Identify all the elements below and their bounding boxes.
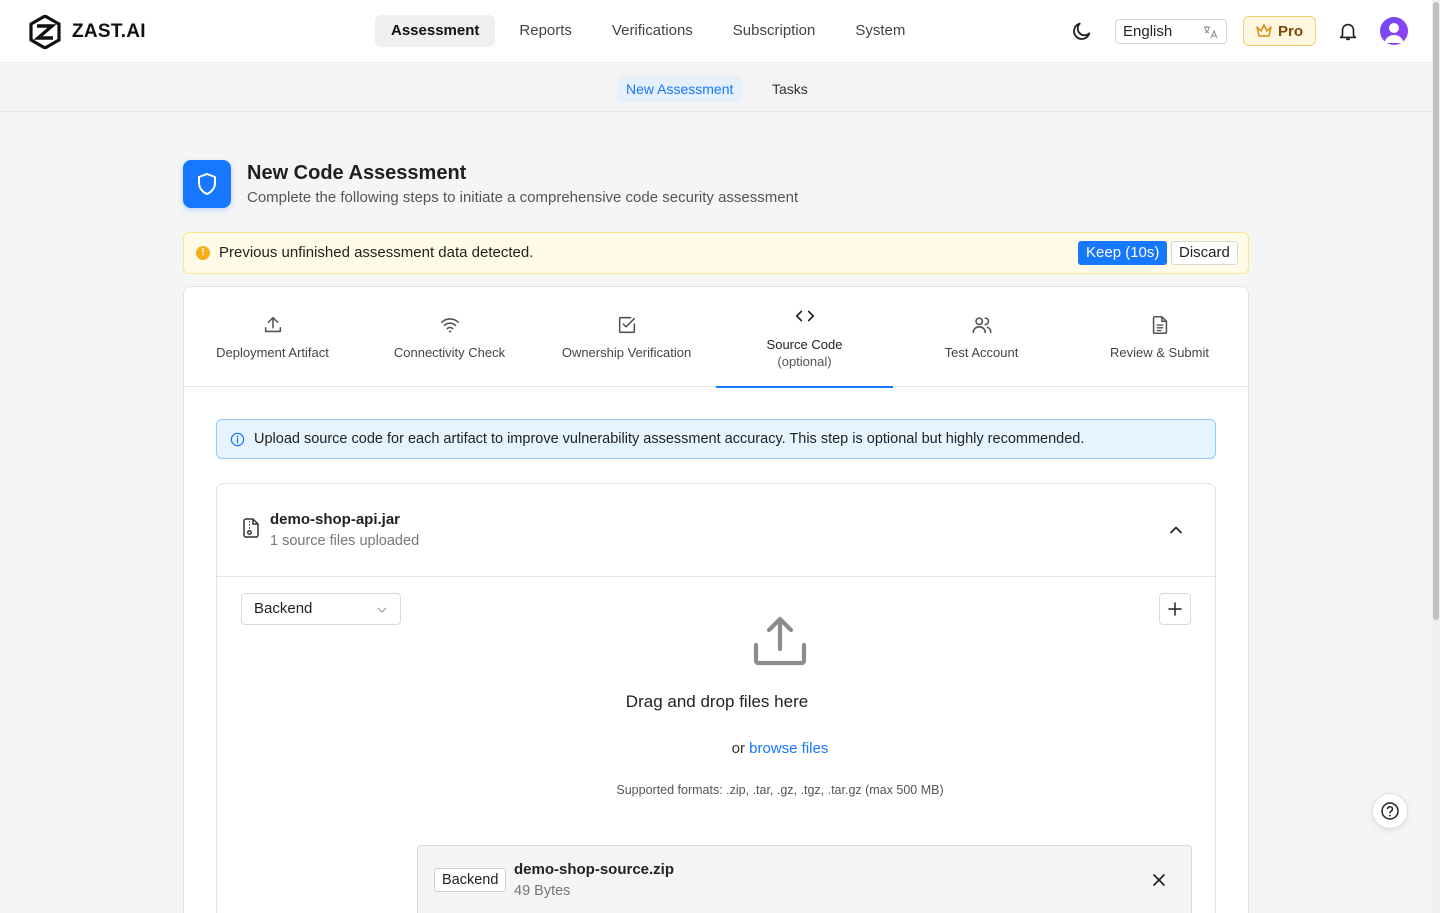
chevron-up-icon[interactable] [1168,522,1184,538]
file-archive-icon [243,518,259,538]
assessment-shield-badge [183,160,231,208]
page-title: New Code Assessment [247,162,467,184]
assessment-wizard-card: Deployment Artifact Connectivity Check O… [183,286,1249,913]
step-ownership-verification[interactable]: Ownership Verification [538,287,715,387]
uploaded-file-size: 49 Bytes [514,883,571,899]
top-navigation-bar: ZAST.AI Assessment Reports Verifications… [0,0,1432,63]
translate-icon [1204,26,1218,39]
artifact-file-count: 1 source files uploaded [270,533,420,549]
discard-button[interactable]: Discard [1171,241,1238,265]
user-icon [1384,23,1404,43]
info-icon [230,432,245,447]
step-label: Ownership Verification [561,345,692,360]
page-subtitle: Complete the following steps to initiate… [247,189,799,206]
language-select[interactable]: English [1115,19,1227,44]
zast-logo-icon [29,15,61,49]
user-avatar[interactable] [1380,17,1408,45]
plus-icon [1168,602,1182,616]
uploaded-file-name: demo-shop-source.zip [514,861,675,878]
chevron-down-icon [377,607,387,613]
checkbox-icon [618,316,635,334]
step-deployment-artifact[interactable]: Deployment Artifact [184,287,361,387]
drag-drop-text: Drag and drop files here [625,692,809,711]
source-type-select[interactable]: Backend [241,593,401,625]
step-label: Deployment Artifact [216,345,329,360]
file-type-tag: Backend [434,868,507,892]
moon-icon[interactable] [1071,20,1093,42]
nav-system[interactable]: System [839,15,921,47]
browse-line: or browse files [217,740,1248,757]
crown-icon [1256,24,1272,37]
or-text: or [731,740,745,757]
artifact-panel: demo-shop-api.jar 1 source files uploade… [216,483,1216,913]
code-icon [795,310,814,322]
step-label: Test Account [944,345,1019,360]
scrollbar-thumb[interactable] [1433,2,1439,620]
language-value: English [1123,23,1173,40]
plan-label: Pro [1277,22,1303,40]
subnav-tasks[interactable]: Tasks [764,76,816,102]
browse-files-link[interactable]: browse files [749,740,828,757]
brand-logo[interactable]: ZAST.AI [28,15,146,49]
close-icon[interactable] [1151,872,1167,888]
source-code-info-alert: Upload source code for each artifact to … [216,419,1216,459]
step-label: Review & Submit [1110,345,1209,360]
supported-formats-text: Supported formats: .zip, .tar, .gz, .tgz… [616,783,944,797]
shield-icon [198,173,216,195]
upload-icon [264,316,281,333]
add-source-button[interactable] [1159,593,1191,625]
step-review-submit[interactable]: Review & Submit [1071,287,1248,387]
source-type-value: Backend [254,600,313,617]
main-nav: Assessment Reports Verifications Subscri… [375,15,921,47]
users-icon [972,317,991,334]
warning-icon: ! [196,246,210,260]
step-label-optional: (optional) [777,354,832,369]
nav-subscription[interactable]: Subscription [717,15,832,47]
upload-cloud-icon [753,616,807,666]
artifact-name: demo-shop-api.jar [270,511,401,528]
brand-name: ZAST.AI [72,21,146,42]
step-label: Source Code (optional) [716,336,893,370]
sub-navigation: New Assessment Tasks [0,64,1432,112]
step-label: Connectivity Check [393,345,506,360]
uploaded-file-item: Backend demo-shop-source.zip 49 Bytes [417,845,1192,913]
info-text: Upload source code for each artifact to … [254,431,1085,447]
alert-text: Previous unfinished assessment data dete… [219,244,534,261]
subnav-new-assessment[interactable]: New Assessment [618,76,742,102]
wifi-icon [440,318,459,333]
nav-verifications[interactable]: Verifications [596,15,709,47]
nav-reports[interactable]: Reports [503,15,588,47]
wizard-steps: Deployment Artifact Connectivity Check O… [184,287,1248,388]
unfinished-data-alert: ! Previous unfinished assessment data de… [183,232,1249,274]
bell-icon[interactable] [1337,20,1359,42]
pro-plan-badge[interactable]: Pro [1243,16,1316,46]
step-source-code[interactable]: Source Code (optional) [716,287,893,388]
page-scrollbar[interactable] [1432,0,1440,913]
step-label-main: Source Code [766,337,843,352]
step-test-account[interactable]: Test Account [893,287,1070,387]
nav-assessment[interactable]: Assessment [375,15,496,47]
document-icon [1152,315,1167,335]
keep-button[interactable]: Keep (10s) [1078,241,1168,265]
question-icon [1381,802,1399,820]
step-connectivity-check[interactable]: Connectivity Check [361,287,538,387]
help-button[interactable] [1372,793,1408,829]
artifact-header[interactable]: demo-shop-api.jar 1 source files uploade… [217,484,1215,577]
